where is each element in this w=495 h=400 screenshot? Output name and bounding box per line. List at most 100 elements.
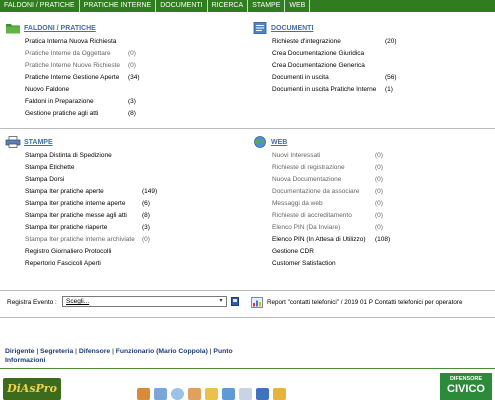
faldoni-item-label[interactable]: Gestione pratiche agli atti	[25, 108, 128, 120]
web-item-label[interactable]: Messaggi da web	[272, 198, 375, 210]
web-item[interactable]: Nuova Documentazione (0)	[272, 174, 492, 186]
stampe-item-label[interactable]: Stampa Iter pratiche messe agli atti	[25, 210, 142, 222]
web-item-label[interactable]: Customer Satisfaction	[272, 258, 375, 270]
web-item[interactable]: Elenco PIN (Da Inviare) (0)	[272, 222, 492, 234]
stampe-item-label[interactable]: Stampa Iter pratiche interne aperte	[25, 198, 142, 210]
web-item-label[interactable]: Documentazione da associare	[272, 186, 375, 198]
web-item-count: (108)	[375, 236, 391, 243]
stampe-item-label[interactable]: Stampa Iter pratiche aperte	[25, 186, 142, 198]
save-icon[interactable]	[231, 297, 239, 306]
faldoni-item-label[interactable]: Pratiche Interne da Oggettare	[25, 48, 128, 60]
document-icon[interactable]	[239, 388, 252, 400]
documenti-item[interactable]: Documenti in uscita (56)	[272, 72, 492, 84]
web-item-label[interactable]: Nuovi Interessati	[272, 150, 375, 162]
stampe-item[interactable]: Stampa Iter pratiche riaperte (3)	[25, 222, 245, 234]
footer-link-difensore[interactable]: Difensore	[79, 348, 110, 355]
folder-icon[interactable]	[205, 388, 218, 400]
stampe-item-label[interactable]: Stampa Etichette	[25, 162, 142, 174]
tab-pratiche-interne[interactable]: PRATICHE INTERNE	[80, 0, 157, 12]
faldoni-item-count: (0)	[128, 50, 136, 57]
faldoni-item[interactable]: Pratiche Interne da Oggettare (0)	[25, 48, 245, 60]
house-icon[interactable]	[137, 388, 150, 400]
web-item[interactable]: Elenco PIN (In Attesa di Utilizzo) (108)	[272, 234, 492, 246]
stampe-section-title[interactable]: STAMPE	[24, 139, 53, 146]
footer-link-dirigente[interactable]: Dirigente	[5, 348, 34, 355]
report-link[interactable]: Report "contatti telefonici" / 2019 01 P…	[267, 299, 462, 306]
web-item[interactable]: Richieste di registrazione (0)	[272, 162, 492, 174]
faldoni-item[interactable]: Faldoni in Preparazione (3)	[25, 96, 245, 108]
daspro-logo: DiAsPro	[3, 378, 61, 400]
documenti-item[interactable]: Crea Documentazione Generica	[272, 60, 492, 72]
bottom-toolbar	[137, 388, 286, 400]
faldoni-item-label[interactable]: Pratiche Interne Nuove Richieste	[25, 60, 128, 72]
stampe-item[interactable]: Stampa Iter pratiche aperte (149)	[25, 186, 245, 198]
documenti-item-label[interactable]: Documenti in uscita Pratiche Interne	[272, 84, 385, 96]
web-item[interactable]: Gestione CDR	[272, 246, 492, 258]
stampe-item-label[interactable]: Stampa Iter pratiche riaperte	[25, 222, 142, 234]
stampe-item[interactable]: Stampa Dorsi	[25, 174, 245, 186]
faldoni-item-label[interactable]: Nuovo Faldone	[25, 84, 128, 96]
user-icon[interactable]	[188, 388, 201, 400]
footer-link-segreteria[interactable]: Segreteria	[40, 348, 73, 355]
globe-icon	[254, 136, 266, 148]
web-item-label[interactable]: Richieste di registrazione	[272, 162, 375, 174]
calendar-icon[interactable]	[256, 388, 269, 400]
stampe-item[interactable]: Stampa Iter pratiche interne archiviate(…	[25, 234, 245, 246]
faldoni-item[interactable]: Pratiche Interne Gestione Aperte (34)	[25, 72, 245, 84]
web-item-label[interactable]: Elenco PIN (In Attesa di Utilizzo)	[272, 234, 375, 246]
stampe-item[interactable]: Stampa Iter pratiche interne aperte (6)	[25, 198, 245, 210]
stampe-item-label[interactable]: Registro Giornaliero Protocolli	[25, 246, 142, 258]
stampe-item[interactable]: Stampa Etichette	[25, 162, 245, 174]
footer-separator: |	[36, 348, 39, 355]
stampe-item-label[interactable]: Repertorio Fascicoli Aperti	[25, 258, 142, 270]
web-item-label[interactable]: Gestione CDR	[272, 246, 375, 258]
difensore-civico-logo: DIFENSORE CIVICO	[440, 373, 492, 400]
documenti-item-label[interactable]: Richieste d'integrazione	[272, 36, 385, 48]
search-icon[interactable]	[171, 388, 184, 400]
web-section-title[interactable]: WEB	[271, 139, 287, 146]
documenti-item-label[interactable]: Crea Documentazione Giuridica	[272, 48, 385, 60]
web-item[interactable]: Richieste di accreditamento (0)	[272, 210, 492, 222]
people-icon[interactable]	[273, 388, 286, 400]
registra-evento-select[interactable]: Scegli... ▾	[62, 296, 227, 307]
faldoni-item[interactable]: Nuovo Faldone	[25, 84, 245, 96]
stampe-item-label[interactable]: Stampa Iter pratiche interne archiviate	[25, 234, 142, 246]
faldoni-item-label[interactable]: Pratiche Interne Gestione Aperte	[25, 72, 128, 84]
stampe-item-label[interactable]: Stampa Distinta di Spedizione	[25, 150, 142, 162]
tab-stampe[interactable]: STAMPE	[248, 0, 286, 12]
faldoni-item[interactable]: Pratica Interna Nuova Richiesta	[25, 36, 245, 48]
tab-faldoni-pratiche[interactable]: FALDONI / PRATICHE	[0, 0, 80, 12]
documenti-item-label[interactable]: Documenti in uscita	[272, 72, 385, 84]
web-item[interactable]: Messaggi da web (0)	[272, 198, 492, 210]
documenti-item-label[interactable]: Crea Documentazione Generica	[272, 60, 385, 72]
web-section: WEB Nuovi Interessati (0) Richieste di reg…	[252, 134, 492, 270]
web-item[interactable]: Customer Satisfaction	[272, 258, 492, 270]
faldoni-section-title[interactable]: FALDONI / PRATICHE	[24, 25, 96, 32]
web-item[interactable]: Documentazione da associare (0)	[272, 186, 492, 198]
stampe-item[interactable]: Stampa Distinta di Spedizione	[25, 150, 245, 162]
web-item[interactable]: Nuovi Interessati (0)	[272, 150, 492, 162]
faldoni-item[interactable]: Pratiche Interne Nuove Richieste (0)	[25, 60, 245, 72]
stampe-item[interactable]: Registro Giornaliero Protocolli	[25, 246, 245, 258]
tab-documenti[interactable]: DOCUMENTI	[156, 0, 208, 12]
documenti-section-title[interactable]: DOCUMENTI	[271, 25, 313, 32]
tab-ricerca[interactable]: RICERCA	[208, 0, 249, 12]
web-item-label[interactable]: Nuova Documentazione	[272, 174, 375, 186]
web-item-label[interactable]: Elenco PIN (Da Inviare)	[272, 222, 375, 234]
stampe-item[interactable]: Stampa Iter pratiche messe agli atti (8)	[25, 210, 245, 222]
faldoni-item[interactable]: Gestione pratiche agli atti (8)	[25, 108, 245, 120]
footer-link-funzionario[interactable]: Funzionario (Mario Coppola)	[116, 348, 208, 355]
tab-web[interactable]: WEB	[285, 0, 311, 12]
faldoni-item-label[interactable]: Faldoni in Preparazione	[25, 96, 128, 108]
stampe-item-label[interactable]: Stampa Dorsi	[25, 174, 142, 186]
faldoni-item-label[interactable]: Pratica Interna Nuova Richiesta	[25, 36, 128, 48]
web-item-label[interactable]: Richieste di accreditamento	[272, 210, 375, 222]
documenti-item[interactable]: Documenti in uscita Pratiche Interne (1)	[272, 84, 492, 96]
web-item-count: (0)	[375, 152, 383, 159]
folder-icon[interactable]	[222, 388, 235, 400]
documenti-list: Richieste d'integrazione (20) Crea Documen…	[272, 36, 492, 96]
stampe-item[interactable]: Repertorio Fascicoli Aperti	[25, 258, 245, 270]
mail-icon[interactable]	[154, 388, 167, 400]
documenti-item[interactable]: Crea Documentazione Giuridica	[272, 48, 492, 60]
documenti-item[interactable]: Richieste d'integrazione (20)	[272, 36, 492, 48]
